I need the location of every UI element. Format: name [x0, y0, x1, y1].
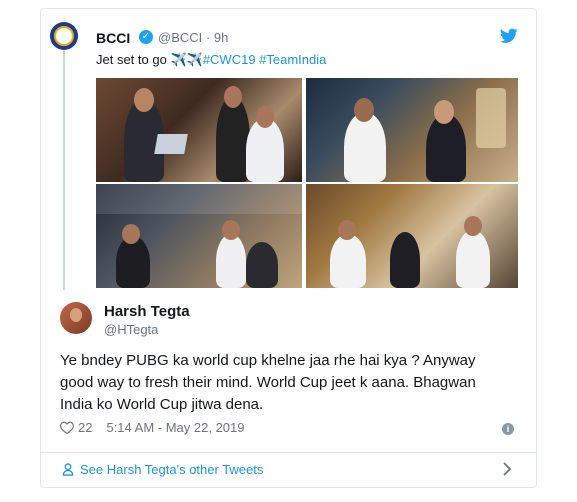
verified-badge-icon: ✓: [139, 30, 153, 44]
tweet-text: Ye bndey PUBG ka world cup khelne jaa rh…: [60, 350, 520, 416]
see-other-tweets-label[interactable]: See Harsh Tegta's other Tweets: [80, 462, 263, 477]
footer-divider: [41, 452, 536, 453]
tweet-photo-2[interactable]: [306, 78, 518, 182]
user-avatar[interactable]: [60, 302, 92, 334]
hashtags-link[interactable]: #CWC19 #TeamIndia: [203, 52, 327, 67]
tweet-timestamp[interactable]: 5:14 AM - May 22, 2019: [106, 420, 244, 435]
quoted-author-handle-time[interactable]: @BCCI · 9h: [158, 30, 228, 45]
quoted-author-name[interactable]: BCCI: [96, 30, 130, 46]
tweet-meta: 22 5:14 AM - May 22, 2019: [60, 420, 245, 435]
see-other-tweets-link[interactable]: See Harsh Tegta's other Tweets: [62, 462, 263, 477]
author-handle[interactable]: @HTegta: [104, 322, 158, 337]
tweet-text-line: Ye bndey PUBG ka world cup khelne jaa rh…: [60, 352, 476, 369]
bcci-avatar[interactable]: [50, 22, 78, 50]
chevron-right-icon[interactable]: [502, 462, 512, 476]
quoted-tweet-text: Jet set to go ✈️✈️#CWC19 #TeamIndia: [96, 52, 327, 67]
airplane-icon: ✈️✈️: [170, 52, 203, 67]
tweet-photo-4[interactable]: [306, 184, 518, 288]
heart-icon[interactable]: [60, 421, 74, 434]
twitter-bird-icon[interactable]: [500, 28, 518, 44]
person-icon: [62, 463, 74, 476]
info-icon[interactable]: i: [502, 423, 514, 435]
like-count[interactable]: 22: [78, 420, 92, 435]
tweet-photo-3[interactable]: [96, 184, 302, 288]
tweet-photo-1[interactable]: [96, 78, 302, 182]
tweet-text-line: good way to fresh their mind. World Cup …: [60, 374, 476, 391]
author-name[interactable]: Harsh Tegta: [104, 303, 190, 320]
quoted-thread-line: [63, 40, 65, 290]
tweet-text-line: India ko World Cup jitwa dena.: [60, 396, 264, 413]
